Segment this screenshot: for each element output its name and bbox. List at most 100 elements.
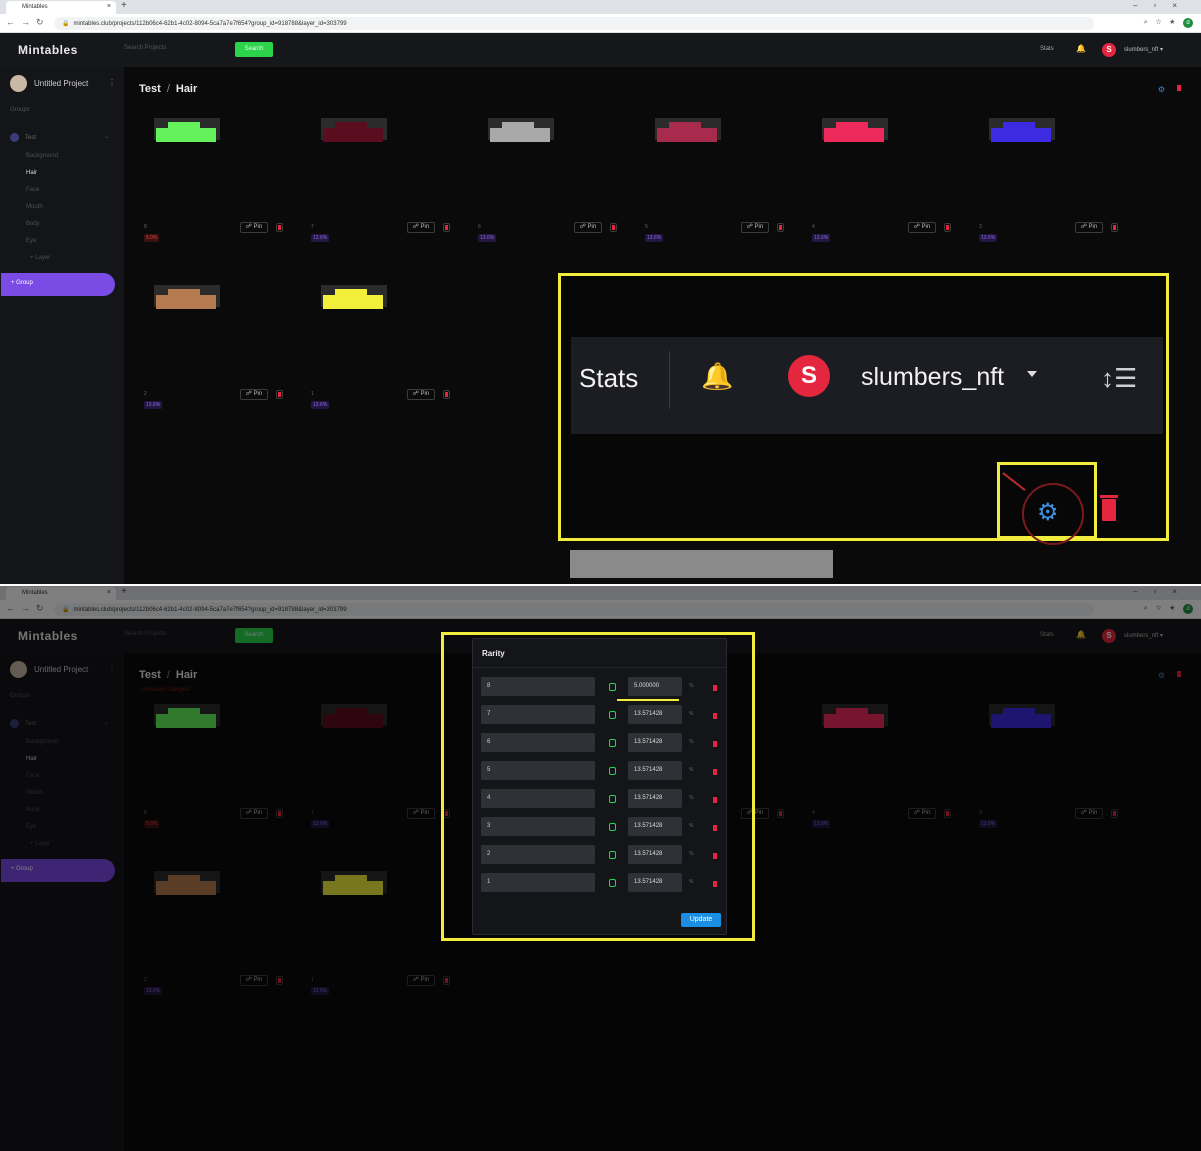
pin-button[interactable]: ☍ Pin <box>407 389 435 400</box>
sort-icon[interactable]: ↕☰ <box>1101 363 1137 394</box>
trait-card[interactable]: 5 13.6% ☍ Pin <box>625 112 784 252</box>
pin-button[interactable]: ☍ Pin <box>574 222 602 233</box>
pin-label: Pin <box>253 391 263 397</box>
trait-card[interactable]: 4 13.6% ☍ Pin <box>792 112 951 252</box>
screenshot-bottom: Mintables× + –▫× ←→↻ 🔒mintables.club/pro… <box>0 586 1201 1151</box>
profile-avatar-icon[interactable]: d <box>1183 18 1193 28</box>
delete-trait-button[interactable] <box>944 223 951 232</box>
browser-tab[interactable]: Mintables × <box>6 1 116 14</box>
layer-item-mouth[interactable]: Mouth <box>26 204 58 221</box>
layer-item-eye[interactable]: Eye <box>26 238 58 255</box>
project-avatar <box>10 75 27 92</box>
search-input[interactable]: Search Projects <box>124 45 166 51</box>
zoomed-username[interactable]: slumbers_nft <box>861 363 1004 392</box>
pin-button[interactable]: ☍ Pin <box>1075 222 1103 233</box>
lock-icon: 🔒 <box>62 21 70 27</box>
pin-label: Pin <box>1088 224 1098 230</box>
close-tab-icon[interactable]: × <box>107 3 111 10</box>
add-group-button[interactable]: + Group <box>1 273 115 296</box>
trait-percent: 13.6% <box>311 234 330 242</box>
screenshot-top: Mintables × + –▫× ←→↻ 🔒 mintables.club/pro… <box>0 0 1201 584</box>
zoomed-stats-link[interactable]: Stats <box>579 363 638 394</box>
trait-percent: 13.6% <box>478 234 497 242</box>
window-controls[interactable]: –▫× <box>1133 1 1193 10</box>
caret-down-icon[interactable] <box>1027 371 1037 377</box>
group-item-test[interactable]: Test <box>10 133 36 142</box>
tab-title: Mintables <box>22 4 48 10</box>
brand-logo[interactable]: Mintables <box>18 43 78 57</box>
group-icon <box>10 133 19 142</box>
sprite-brim <box>156 295 216 309</box>
zoomed-trash-icon[interactable] <box>1100 495 1118 521</box>
trait-percent: 13.6% <box>144 401 163 409</box>
sprite-brim <box>657 128 717 142</box>
zoomed-bell-icon[interactable]: 🔔 <box>701 361 733 392</box>
delete-trait-button[interactable] <box>276 390 283 399</box>
breadcrumb-group[interactable]: Test <box>139 83 161 95</box>
delete-trait-button[interactable] <box>276 223 283 232</box>
layer-item-body[interactable]: Body <box>26 221 58 238</box>
trait-card[interactable]: 7 13.6% ☍ Pin <box>291 112 450 252</box>
pin-label: Pin <box>921 224 931 230</box>
gear-icon[interactable]: ⚙ <box>1158 85 1165 94</box>
bell-icon[interactable]: 🔔 <box>1076 44 1086 53</box>
trait-name: 8 <box>144 224 147 230</box>
trait-card[interactable]: 8 5.0% ☍ Pin <box>124 112 283 252</box>
browser-tabbar: Mintables × + –▫× <box>0 0 1201 14</box>
trait-card[interactable]: 1 13.6% ☍ Pin <box>291 279 450 419</box>
pin-button[interactable]: ☍ Pin <box>240 389 268 400</box>
zoomed-user-avatar[interactable]: S <box>788 355 830 397</box>
trait-card[interactable]: 3 13.6% ☍ Pin <box>959 112 1118 252</box>
sprite-top <box>836 122 868 130</box>
nav-buttons[interactable]: ←→↻ <box>6 17 50 28</box>
search-button[interactable]: Search <box>235 42 273 57</box>
pin-button[interactable]: ☍ Pin <box>407 222 435 233</box>
delete-trait-button[interactable] <box>777 223 784 232</box>
pin-button[interactable]: ☍ Pin <box>741 222 769 233</box>
chevron-icon[interactable]: ⌄ <box>104 133 109 140</box>
pin-label: Pin <box>420 391 430 397</box>
group-label: Test <box>25 135 37 142</box>
groups-header: Groups <box>10 107 30 113</box>
trait-percent: 5.0% <box>144 234 160 242</box>
breadcrumb: Test / Hair <box>139 83 197 95</box>
divider <box>669 351 670 409</box>
layer-item-background[interactable]: Background <box>26 153 58 170</box>
trait-name: 7 <box>311 224 314 230</box>
delete-trait-button[interactable] <box>443 390 450 399</box>
new-tab-icon[interactable]: + <box>121 0 127 11</box>
delete-trait-button[interactable] <box>443 223 450 232</box>
sprite-top <box>335 289 367 297</box>
delete-trait-button[interactable] <box>610 223 617 232</box>
pin-button[interactable]: ☍ Pin <box>908 222 936 233</box>
project-menu-icon[interactable]: ⋮ <box>108 78 116 87</box>
layer-list: Background Hair Face Mouth Body Eye + La… <box>26 153 58 272</box>
breadcrumb-separator: / <box>166 83 170 95</box>
sprite-top <box>168 122 200 130</box>
layer-item-hair[interactable]: Hair <box>26 170 58 187</box>
project-name[interactable]: Untitled Project <box>34 79 88 88</box>
zoomed-gear-icon[interactable]: ⚙ <box>1037 498 1059 527</box>
trait-percent: 13.6% <box>979 234 998 242</box>
delete-trait-button[interactable] <box>1111 223 1118 232</box>
user-menu[interactable]: slumbers_nft ▾ <box>1124 46 1163 53</box>
sprite-brim <box>323 295 383 309</box>
trash-icon[interactable] <box>1177 85 1181 91</box>
trait-name: 6 <box>478 224 481 230</box>
layer-item-face[interactable]: Face <box>26 187 58 204</box>
zoomed-header: Stats 🔔 S slumbers_nft ↕☰ <box>571 337 1163 434</box>
pin-button[interactable]: ☍ Pin <box>240 222 268 233</box>
add-layer-button[interactable]: + Layer <box>26 255 58 272</box>
address-bar[interactable]: 🔒mintables.club/projects/112b06c4-62b1-4… <box>54 17 1094 30</box>
trait-image <box>816 118 898 144</box>
sprite-top <box>669 122 701 130</box>
sprite-top <box>1003 122 1035 130</box>
pin-label: Pin <box>420 224 430 230</box>
browser-extension-icons[interactable]: ⌕☆★d <box>1144 18 1193 28</box>
stats-link[interactable]: Stats <box>1040 46 1054 52</box>
trait-card[interactable]: 2 13.6% ☍ Pin <box>124 279 283 419</box>
browser-toolbar: ←→↻ 🔒mintables.club/projects/112b06c4-62… <box>0 14 1201 33</box>
trait-card[interactable]: 6 13.6% ☍ Pin <box>458 112 617 252</box>
user-avatar[interactable]: S <box>1102 43 1116 57</box>
sprite-brim <box>824 128 884 142</box>
